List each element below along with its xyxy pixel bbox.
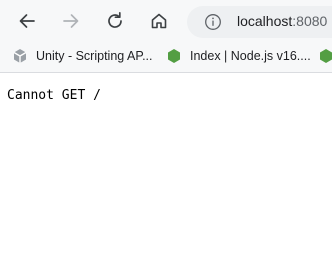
url-port: :8080 bbox=[292, 13, 328, 29]
home-button[interactable] bbox=[143, 5, 175, 37]
info-circle-icon[interactable] bbox=[204, 13, 222, 31]
bookmark-nodejs-2[interactable] bbox=[318, 45, 332, 67]
browser-chrome: localhost:8080 Unity - Scripting AP... I… bbox=[0, 0, 332, 73]
bookmark-nodejs-index[interactable]: Index | Node.js v16.... bbox=[166, 45, 311, 67]
url-text: localhost:8080 bbox=[237, 13, 327, 29]
reload-button[interactable] bbox=[99, 5, 131, 37]
nodejs-logo-icon bbox=[168, 49, 180, 63]
arrow-left-icon bbox=[19, 14, 35, 28]
navigation-toolbar: localhost:8080 bbox=[0, 0, 332, 40]
address-bar[interactable]: localhost:8080 bbox=[187, 6, 332, 38]
home-icon bbox=[151, 13, 167, 29]
bookmark-label: Unity - Scripting AP... bbox=[36, 49, 153, 63]
nodejs-logo-icon bbox=[320, 49, 332, 63]
bookmark-label: Index | Node.js v16.... bbox=[190, 49, 311, 63]
page-body-text: Cannot GET / bbox=[7, 88, 101, 103]
url-host: localhost bbox=[237, 13, 293, 29]
unity-logo-icon bbox=[13, 49, 27, 63]
back-button[interactable] bbox=[11, 5, 43, 37]
reload-icon bbox=[108, 11, 122, 28]
arrow-right-icon bbox=[63, 14, 79, 28]
bookmark-unity-scripting[interactable]: Unity - Scripting AP... bbox=[12, 45, 153, 67]
bookmarks-bar: Unity - Scripting AP... Index | Node.js … bbox=[0, 40, 332, 72]
forward-button[interactable] bbox=[55, 5, 87, 37]
